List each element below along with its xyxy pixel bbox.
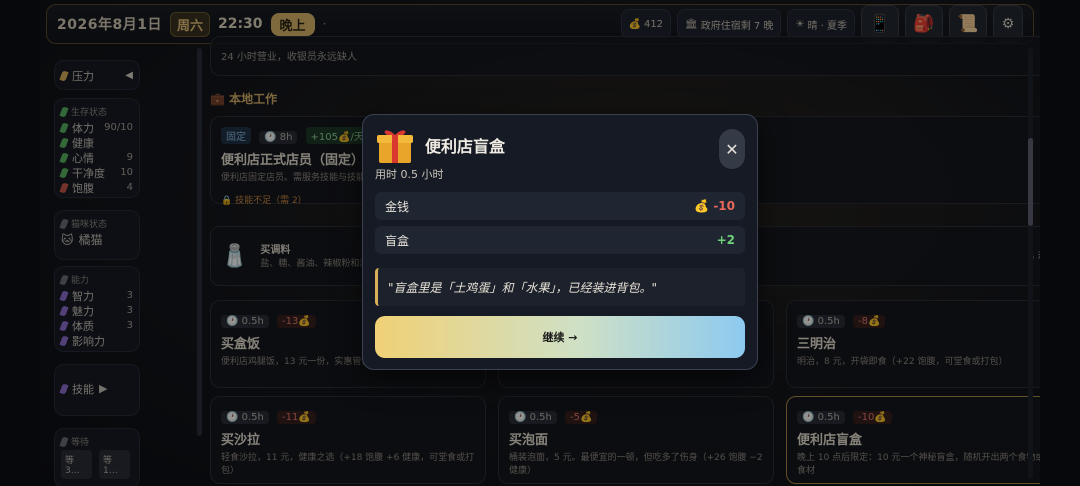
result-row-money: 金钱 💰 -10 xyxy=(375,192,745,220)
result-label: 金钱 xyxy=(385,199,410,214)
close-icon: ✕ xyxy=(725,139,739,159)
continue-button[interactable]: 继续 → xyxy=(375,316,745,358)
result-dialog: 便利店盲盒 用时 0.5 小时 ✕ 金钱 💰 -10 盲盒 +2 "盲盒里是「土… xyxy=(362,114,758,370)
result-label: 盲盒 xyxy=(385,233,410,248)
result-value: +2 xyxy=(716,233,735,247)
close-button[interactable]: ✕ xyxy=(719,129,745,169)
gift-box-icon xyxy=(375,125,415,165)
dialog-title: 便利店盲盒 xyxy=(425,137,506,156)
money-bag-icon: 💰 xyxy=(694,199,710,213)
result-quote: "盲盒里是「土鸡蛋」和「水果」，已经装进背包。" xyxy=(375,268,745,306)
result-value: 💰 -10 xyxy=(694,199,735,213)
result-row-blind-box: 盲盒 +2 xyxy=(375,226,745,254)
time-used: 用时 0.5 小时 xyxy=(375,168,444,181)
